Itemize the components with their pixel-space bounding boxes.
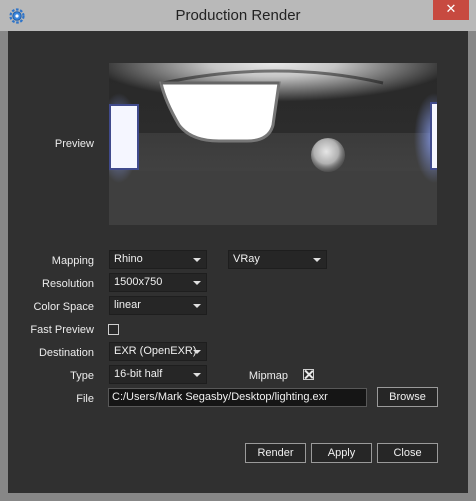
type-dropdown[interactable]: 16-bit half: [109, 365, 207, 384]
chevron-down-icon: [193, 373, 201, 377]
mipmap-label: Mipmap: [248, 370, 288, 382]
destination-dropdown[interactable]: EXR (OpenEXR): [109, 342, 207, 361]
close-button[interactable]: Close: [377, 443, 438, 463]
renderer-value: VRay: [233, 253, 260, 265]
color-space-dropdown[interactable]: linear: [109, 296, 207, 315]
window-close-button[interactable]: ✕: [433, 0, 469, 20]
fast-preview-checkbox[interactable]: [108, 324, 119, 335]
fast-preview-label: Fast Preview: [30, 324, 94, 336]
destination-value: EXR (OpenEXR): [114, 345, 197, 357]
resolution-value: 1500x750: [114, 276, 163, 288]
production-render-window: Production Render ✕ Preview Mapping Rhin…: [0, 0, 476, 501]
render-button[interactable]: Render: [245, 443, 306, 463]
chevron-down-icon: [313, 258, 321, 262]
browse-button[interactable]: Browse: [377, 387, 438, 407]
renderer-dropdown[interactable]: VRay: [228, 250, 327, 269]
mapping-dropdown[interactable]: Rhino: [109, 250, 207, 269]
window-title: Production Render: [175, 7, 301, 24]
resolution-label: Resolution: [42, 278, 94, 290]
type-value: 16-bit half: [114, 368, 163, 380]
preview-scene: [109, 63, 437, 225]
file-label: File: [76, 393, 94, 405]
type-label: Type: [70, 370, 94, 382]
resolution-dropdown[interactable]: 1500x750: [109, 273, 207, 292]
destination-label: Destination: [38, 347, 94, 359]
title-bar[interactable]: Production Render ✕: [0, 0, 476, 31]
file-path-input[interactable]: C:/Users/Mark Segasby/Desktop/lighting.e…: [108, 388, 367, 407]
chevron-down-icon: [193, 281, 201, 285]
preview-label: Preview: [54, 138, 94, 150]
mapping-value: Rhino: [114, 253, 143, 265]
chevron-down-icon: [193, 350, 201, 354]
chevron-down-icon: [193, 258, 201, 262]
mipmap-checkbox[interactable]: [303, 369, 314, 380]
color-space-label: Color Space: [33, 301, 94, 313]
mapping-label: Mapping: [51, 255, 94, 267]
chevron-down-icon: [193, 304, 201, 308]
render-preview-image: [109, 63, 437, 225]
apply-button[interactable]: Apply: [311, 443, 372, 463]
color-space-value: linear: [114, 299, 141, 311]
